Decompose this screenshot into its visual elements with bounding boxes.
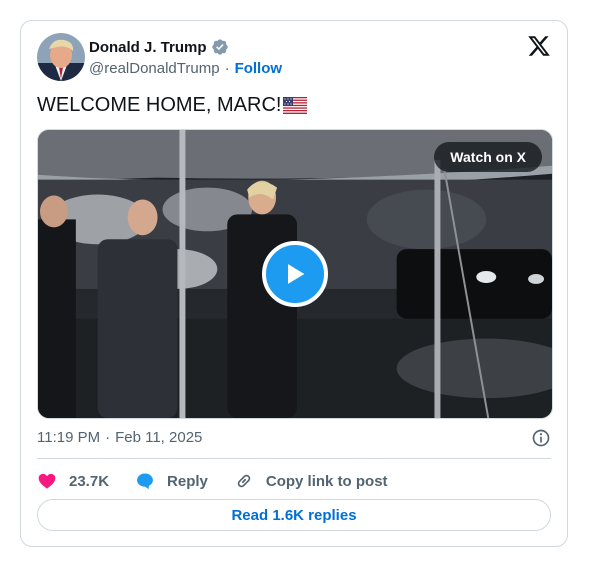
us-flag-icon — [283, 97, 308, 114]
play-icon — [288, 264, 305, 284]
divider — [37, 458, 551, 459]
watch-on-x-button[interactable]: Watch on X — [434, 142, 542, 172]
post-time: 11:19 PM — [37, 429, 101, 446]
reply-label: Reply — [167, 472, 208, 490]
post-date: Feb 11, 2025 — [115, 429, 203, 446]
avatar[interactable] — [37, 33, 85, 81]
copy-link-button[interactable]: Copy link to post — [234, 471, 388, 491]
timestamp[interactable]: 11:19 PM · Feb 11, 2025 — [37, 429, 202, 446]
separator: · — [105, 429, 111, 446]
play-button[interactable] — [262, 241, 328, 307]
tweet-card: Donald J. Trump @realDonaldTrump · Follo… — [20, 20, 568, 547]
action-bar: 23.7K Reply Copy link to post — [37, 468, 414, 494]
like-button[interactable]: 23.7K — [37, 471, 109, 491]
like-count: 23.7K — [69, 472, 110, 490]
video-player[interactable]: Watch on X — [37, 129, 553, 419]
copy-link-label: Copy link to post — [265, 472, 388, 490]
x-logo-icon[interactable] — [527, 34, 551, 58]
info-icon[interactable] — [531, 428, 551, 448]
read-replies-button[interactable]: Read 1.6K replies — [37, 499, 551, 531]
tweet-text: WELCOME HOME, MARC! — [37, 94, 308, 117]
author-name[interactable]: Donald J. Trump — [89, 39, 207, 56]
tweet-body: WELCOME HOME, MARC! — [37, 94, 282, 116]
heart-icon — [38, 473, 56, 489]
reply-button[interactable]: Reply — [135, 471, 208, 491]
separator: · — [224, 60, 230, 77]
author-handle[interactable]: @realDonaldTrump — [89, 60, 220, 77]
reply-bubble-icon — [137, 473, 153, 490]
verified-badge-icon — [211, 39, 228, 55]
follow-button[interactable]: Follow — [235, 60, 283, 77]
link-icon — [237, 474, 251, 488]
